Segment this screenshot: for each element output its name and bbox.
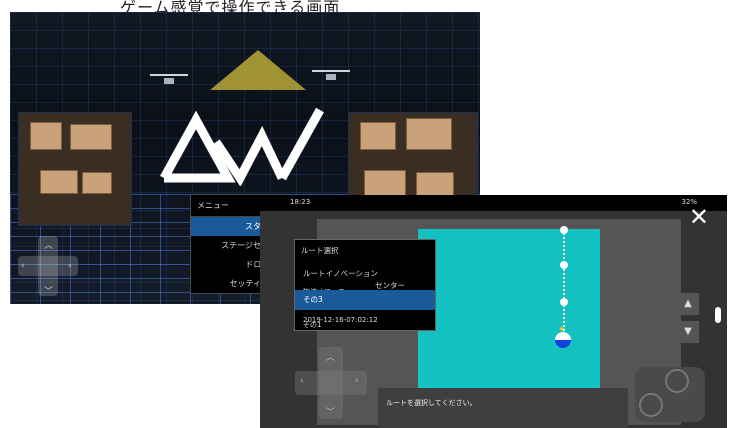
dpad-up-icon[interactable]: ︿ (44, 238, 53, 251)
dpad-left-icon[interactable]: ‹ (21, 261, 25, 271)
dpad-down-icon[interactable]: ﹀ (44, 284, 53, 297)
cancel-circle-button[interactable] (665, 369, 689, 393)
left-shelf (18, 112, 132, 226)
route-row-selected[interactable]: その3 (295, 290, 435, 310)
message-text: ルートを選択してください。 (386, 399, 477, 407)
confirm-circle-button[interactable] (639, 393, 663, 417)
drone-icon (312, 70, 350, 82)
action-buttons-panel (635, 367, 705, 422)
waypoint[interactable] (560, 261, 568, 269)
dpad-right-icon[interactable]: › (355, 376, 359, 386)
close-icon[interactable]: ✕ (689, 205, 709, 229)
route-path (563, 229, 565, 339)
drone-icon (150, 74, 188, 86)
dpad-down-icon[interactable]: ﹀ (326, 405, 335, 418)
route-row[interactable]: その1 (295, 320, 435, 330)
dpad-control[interactable]: ︿ ﹀ ‹ › (18, 236, 78, 297)
scroll-up-button[interactable]: ▲ (677, 293, 699, 315)
dpad-control[interactable]: ︿ ﹀ ‹ › (295, 347, 367, 419)
drone-position-marker (555, 332, 571, 348)
status-bar: 18:23 32% (260, 195, 727, 211)
app-logo (160, 107, 324, 186)
dpad-up-icon[interactable]: ︿ (326, 350, 335, 363)
message-bar: ルートを選択してください。 (378, 388, 628, 428)
route-screen-screenshot: 18:23 32% ✦ ✕ ▲ ▼ ルート選択 ルートイノベーション センター … (260, 195, 727, 428)
status-time: 18:23 (290, 198, 311, 206)
scroll-down-button[interactable]: ▼ (677, 321, 699, 343)
ceiling-lamp-light (210, 50, 306, 90)
route-menu-title: ルート選択 (301, 246, 339, 255)
dpad-right-icon[interactable]: › (68, 261, 72, 271)
waypoint[interactable] (560, 298, 568, 306)
side-slider[interactable] (715, 307, 721, 323)
waypoint[interactable] (560, 226, 568, 234)
dpad-left-icon[interactable]: ‹ (300, 376, 304, 386)
route-select-menu: ルート選択 ルートイノベーション センター 物流オフィス その3 2019-12… (294, 239, 436, 331)
